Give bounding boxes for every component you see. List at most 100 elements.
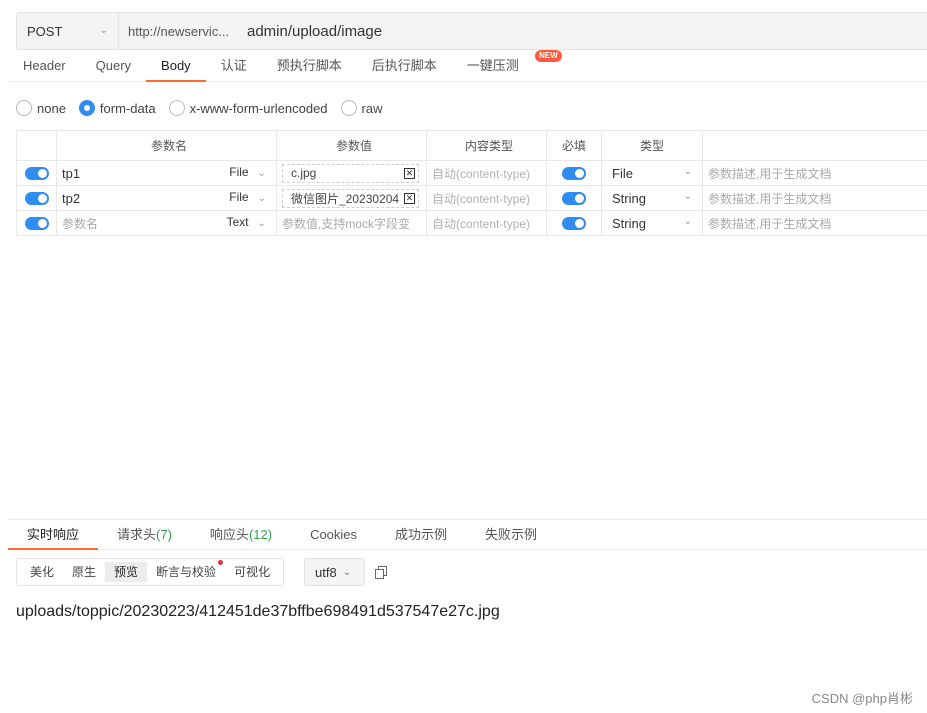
request-tabs: Header Query Body 认证 预执行脚本 后执行脚本 一键压测 NEW — [8, 50, 927, 82]
field-type: File — [229, 165, 249, 179]
tab-label: 响应头 — [209, 527, 249, 542]
tab-cookies[interactable]: Cookies — [291, 520, 376, 549]
tab-pre-script[interactable]: 预执行脚本 — [262, 52, 357, 81]
chevron-down-icon: ⌄ — [683, 166, 692, 177]
radio-circle-icon — [340, 100, 357, 116]
required-cell — [547, 161, 602, 185]
required-cell — [547, 211, 602, 235]
chevron-down-icon: ⌄ — [683, 191, 692, 202]
content-type-input[interactable]: 自动(content-type) — [427, 211, 547, 235]
tab-success-example[interactable]: 成功示例 — [376, 520, 466, 549]
encoding-value: utf8 — [315, 564, 337, 580]
tab-query[interactable]: Query — [81, 52, 146, 81]
table-header: 参数名 参数值 内容类型 必填 类型 — [17, 131, 927, 161]
header-content-type: 内容类型 — [427, 131, 547, 160]
type-select[interactable]: String ⌄ — [602, 211, 703, 235]
new-badge: NEW — [535, 50, 562, 62]
notification-dot — [218, 560, 224, 565]
tab-response-headers[interactable]: 响应头(12) — [191, 520, 291, 549]
tab-post-script[interactable]: 后执行脚本 — [357, 52, 452, 81]
enable-toggle[interactable] — [24, 191, 49, 205]
view-mode-bar: 美化 原生 预览 断言与校验 可视化 — [16, 558, 285, 586]
tab-header[interactable]: Header — [8, 52, 81, 81]
param-value-input[interactable]: 参数值,支持mock字段变 — [277, 211, 427, 235]
param-name-input[interactable]: tp1 File ⌄ — [57, 161, 277, 185]
response-tabs: 实时响应 请求头(7) 响应头(12) Cookies 成功示例 失败示例 — [8, 519, 927, 550]
url-path-input[interactable]: admin/upload/image — [240, 23, 382, 40]
method-label: POST — [27, 23, 63, 39]
view-preview-button[interactable]: 预览 — [105, 562, 148, 582]
tab-failure-example[interactable]: 失败示例 — [466, 520, 556, 549]
header-cell — [703, 131, 927, 160]
tab-body[interactable]: Body — [146, 52, 206, 82]
radio-form-data[interactable]: form-data — [78, 100, 156, 116]
tab-label: 认证 — [220, 58, 247, 73]
content-type-input[interactable]: 自动(content-type) — [427, 186, 547, 210]
radio-circle-icon — [168, 100, 185, 116]
header-param-value: 参数值 — [277, 131, 427, 160]
file-name: c.jpg — [291, 166, 317, 180]
toggle-cell — [17, 161, 57, 185]
field-type-select[interactable]: Text ⌄ — [227, 215, 266, 229]
file-name: 微信图片_20230204 — [291, 191, 400, 206]
tab-label: Query — [95, 58, 132, 73]
radio-raw[interactable]: raw — [340, 100, 383, 116]
desc-input[interactable]: 参数描述,用于生成文档 — [703, 186, 927, 210]
header-cell — [17, 131, 57, 160]
url-base[interactable]: http://newservic... — [119, 24, 240, 39]
radio-label: none — [37, 100, 66, 116]
param-name-input[interactable]: tp2 File ⌄ — [57, 186, 277, 210]
tab-label: 失败示例 — [485, 527, 538, 542]
tab-label: Header — [23, 58, 66, 73]
tab-label: 后执行脚本 — [371, 58, 437, 73]
type-select[interactable]: File ⌄ — [602, 161, 703, 185]
tab-label: 请求头 — [117, 527, 157, 542]
desc-input[interactable]: 参数描述,用于生成文档 — [703, 161, 927, 185]
required-toggle[interactable] — [562, 191, 586, 205]
param-name-input[interactable]: 参数名 Text ⌄ — [57, 211, 277, 235]
view-assert-button[interactable]: 断言与校验 — [147, 560, 225, 582]
file-box[interactable]: 微信图片_20230204 ✕ — [282, 188, 419, 208]
enable-toggle[interactable] — [24, 216, 49, 230]
required-toggle[interactable] — [562, 166, 586, 180]
param-name: tp1 — [62, 165, 81, 181]
tab-request-headers[interactable]: 请求头(7) — [98, 520, 191, 549]
tab-auth[interactable]: 认证 — [206, 52, 262, 81]
radio-none[interactable]: none — [16, 100, 66, 116]
tab-stress-test[interactable]: 一键压测 NEW — [452, 50, 562, 81]
view-raw-button[interactable]: 原生 — [63, 562, 105, 582]
tab-label: Cookies — [310, 527, 358, 542]
enable-toggle[interactable] — [24, 166, 49, 180]
required-cell — [547, 186, 602, 210]
radio-label: raw — [361, 100, 383, 116]
type-value: String — [612, 190, 646, 206]
params-table: 参数名 参数值 内容类型 必填 类型 tp1 File ⌄ c.jpg ✕ 自动(co… — [16, 130, 927, 236]
copy-icon[interactable] — [375, 566, 387, 579]
field-type-select[interactable]: File ⌄ — [229, 190, 266, 204]
count-badge: (12) — [248, 527, 273, 542]
view-visual-button[interactable]: 可视化 — [225, 562, 279, 582]
method-select[interactable]: POST ⌄ — [17, 13, 119, 49]
tab-label: 一键压测 — [466, 58, 519, 73]
header-required: 必填 — [547, 131, 602, 160]
chevron-down-icon: ⌄ — [99, 25, 108, 36]
chevron-down-icon: ⌄ — [342, 566, 352, 578]
field-type-select[interactable]: File ⌄ — [229, 165, 266, 179]
content-type-input[interactable]: 自动(content-type) — [427, 161, 547, 185]
type-select[interactable]: String ⌄ — [602, 186, 703, 210]
chevron-down-icon: ⌄ — [257, 168, 266, 179]
tab-live-response[interactable]: 实时响应 — [8, 520, 99, 550]
close-icon[interactable]: ✕ — [404, 167, 415, 179]
required-toggle[interactable] — [562, 216, 586, 230]
param-value-cell: 微信图片_20230204 ✕ — [277, 186, 427, 210]
table-row: tp2 File ⌄ 微信图片_20230204 ✕ 自动(content-type)… — [17, 186, 927, 211]
view-pretty-button[interactable]: 美化 — [21, 562, 63, 582]
close-icon[interactable]: ✕ — [404, 192, 415, 204]
file-box[interactable]: c.jpg ✕ — [282, 163, 419, 183]
param-value-cell: c.jpg ✕ — [277, 161, 427, 185]
encoding-select[interactable]: utf8 ⌄ — [304, 558, 365, 586]
count-badge: (7) — [156, 527, 172, 542]
desc-input[interactable]: 参数描述,用于生成文档 — [703, 211, 927, 235]
radio-label: x-www-form-urlencoded — [189, 100, 328, 116]
radio-urlencoded[interactable]: x-www-form-urlencoded — [168, 100, 328, 116]
